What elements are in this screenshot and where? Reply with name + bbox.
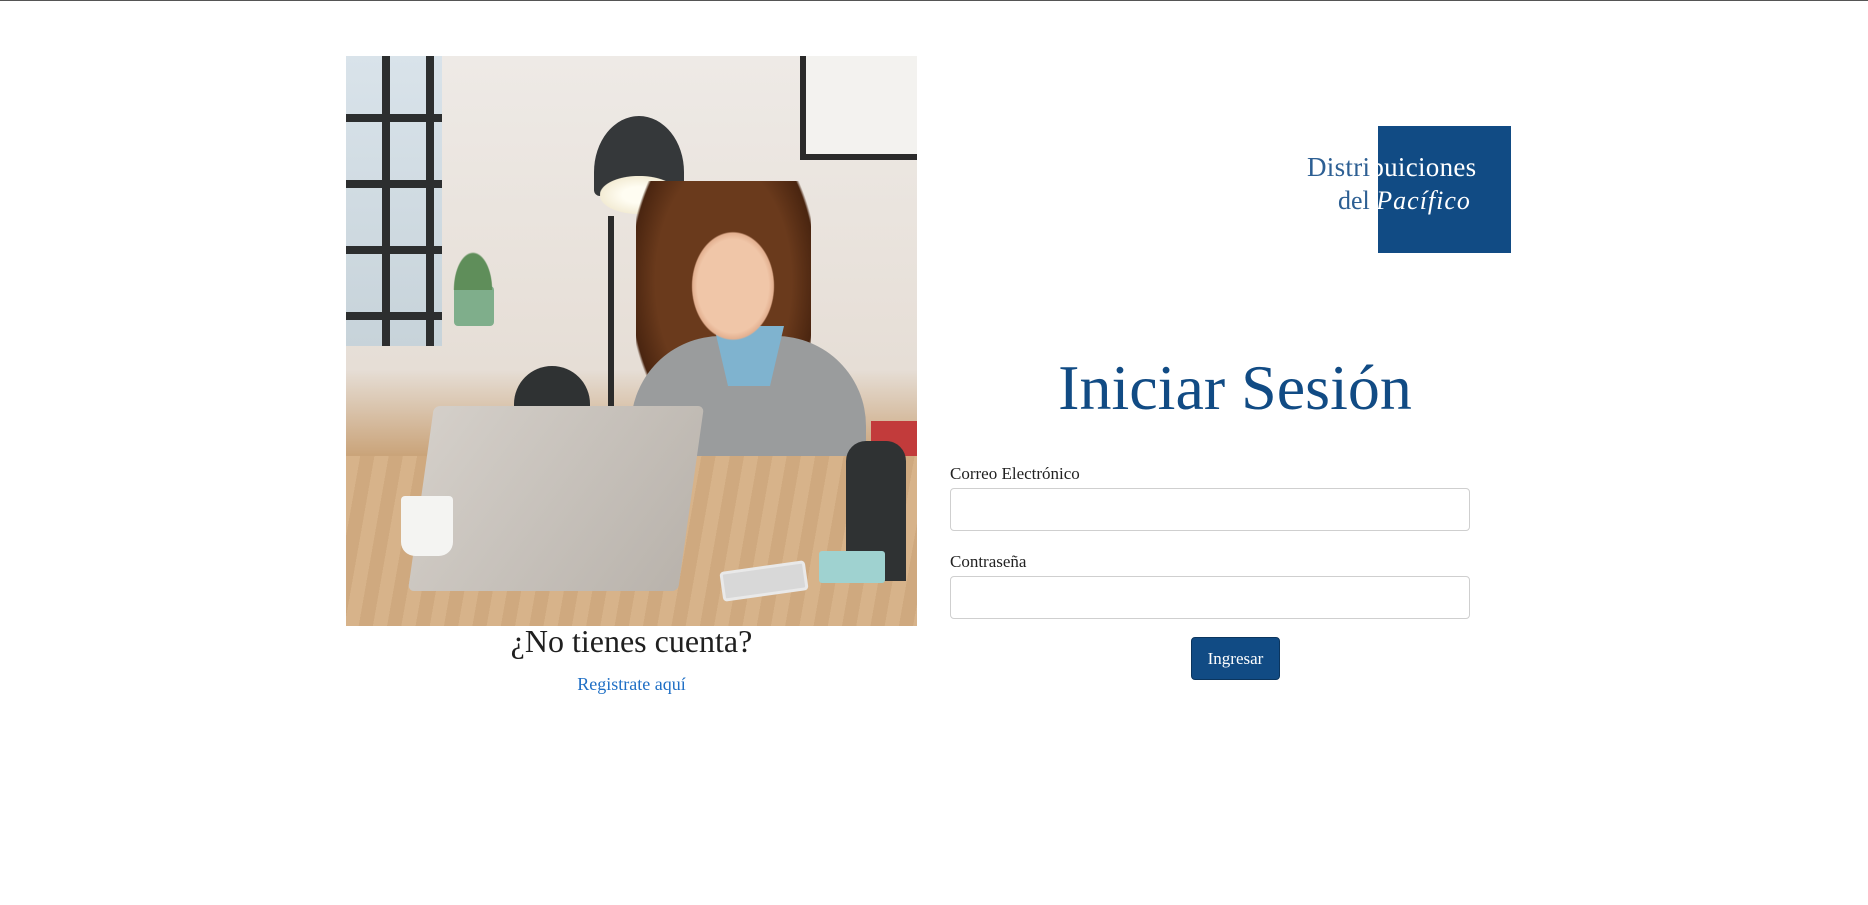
login-button[interactable]: Ingresar — [1191, 637, 1280, 680]
brand-logo: Distribuiciones del Pacífico — [1303, 126, 1513, 254]
logo-line2: del Pacífico — [1338, 188, 1471, 214]
photo-mug — [401, 496, 453, 556]
logo-line1-right: buiciones — [1370, 152, 1477, 182]
register-link[interactable]: Registrate aquí — [346, 674, 917, 695]
logo-line2-left: del — [1338, 186, 1377, 215]
logo-line2-right: Pacífico — [1376, 186, 1471, 215]
photo-window — [346, 56, 442, 346]
photo-sticky-notes — [819, 551, 885, 583]
logo-line1-left: Distri — [1307, 152, 1371, 182]
email-field[interactable] — [950, 488, 1470, 531]
logo-line1: Distribuiciones — [1307, 154, 1477, 181]
photo-plant — [440, 226, 506, 326]
page-title: Iniciar Sesión — [1058, 352, 1412, 423]
no-account-heading: ¿No tienes cuenta? — [510, 623, 753, 659]
photo-frame — [800, 56, 917, 160]
email-label: Correo Electrónico — [950, 464, 1080, 483]
password-field[interactable] — [950, 576, 1470, 619]
hero-photo — [346, 56, 917, 626]
password-label: Contraseña — [950, 552, 1027, 571]
photo-person-face — [691, 231, 775, 341]
